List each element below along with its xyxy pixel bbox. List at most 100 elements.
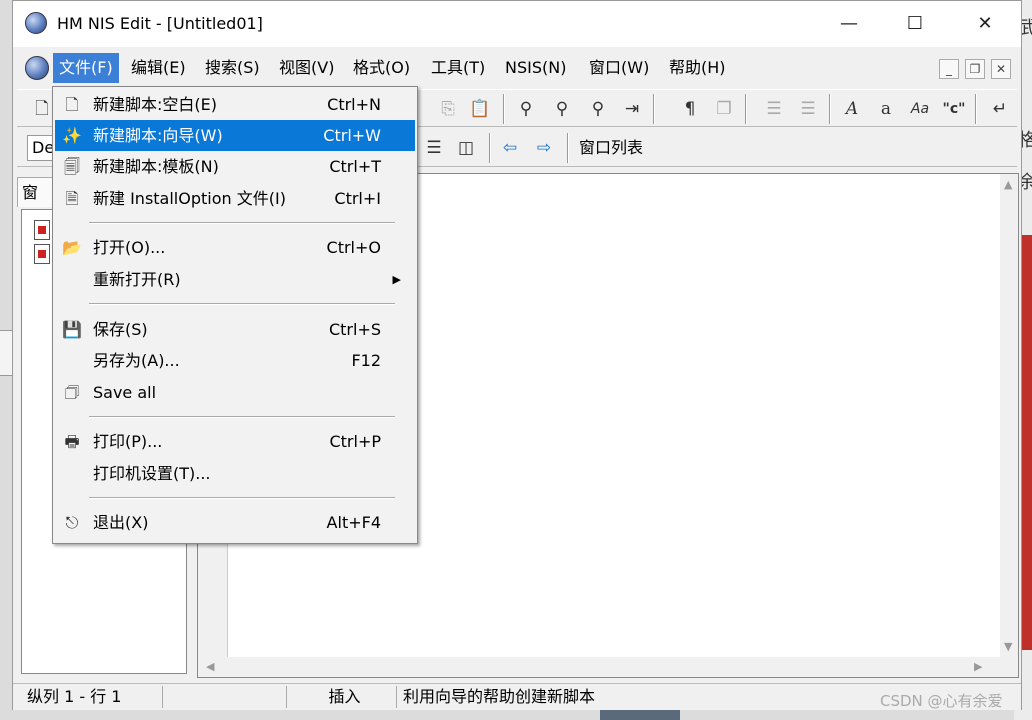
mdi-restore-button[interactable]: ❐ (965, 59, 985, 79)
outdent-icon[interactable]: ☰ (795, 96, 821, 122)
scroll-right-icon[interactable]: ▶ (974, 660, 982, 673)
new-file-icon: 🗋 (65, 95, 79, 114)
menu-item-shortcut: Ctrl+P (329, 432, 381, 451)
menu-item-shortcut: Ctrl+W (323, 126, 381, 145)
menu-item-reopen[interactable]: 重新打开(R) ▶ (55, 264, 415, 295)
toolbar-separator (489, 133, 491, 163)
menu-edit[interactable]: 编辑(E) (125, 53, 192, 83)
menu-help[interactable]: 帮助(H) (663, 53, 732, 83)
printer-icon: 🖶 (64, 432, 80, 451)
word-wrap-icon[interactable]: ↵ (987, 96, 1013, 122)
background-window-left (0, 330, 12, 376)
menu-format[interactable]: 格式(O) (347, 53, 416, 83)
scroll-down-icon[interactable]: ▼ (1004, 640, 1012, 653)
save-icon: 💾 (62, 320, 82, 339)
nsis-file-icon[interactable] (34, 220, 50, 240)
app-logo-icon[interactable] (25, 12, 47, 34)
menu-item-save-as[interactable]: 另存为(A)... F12 (55, 345, 415, 376)
menu-item-new-blank[interactable]: 🗋 新建脚本:空白(E) Ctrl+N (55, 89, 415, 120)
toolbar-separator (829, 94, 831, 124)
menu-separator (89, 416, 395, 418)
status-hint: 利用向导的帮助创建新脚本 (403, 687, 596, 706)
menu-item-open[interactable]: 📂 打开(O)... Ctrl+O (55, 232, 415, 263)
windows-icon[interactable]: ❐ (711, 96, 737, 122)
menu-separator (89, 222, 395, 224)
find-next-icon[interactable]: ⚲ (549, 96, 575, 122)
template-icon: 🗐 (64, 157, 80, 176)
insert-mode: 插入 (287, 686, 397, 708)
menu-item-printer-setup[interactable]: 打印机设置(T)... (55, 458, 415, 489)
menu-item-label: 打印(P)... (93, 432, 163, 451)
watermark: CSDN @心有余爱 (880, 692, 1003, 710)
tile-horizontal-icon[interactable]: ☰ (421, 135, 447, 161)
menu-item-label: 打印机设置(T)... (93, 464, 211, 483)
toggle-case-icon[interactable]: Aa (907, 96, 933, 122)
menu-item-new-installoption[interactable]: 🗎 新建 InstallOption 文件(I) Ctrl+I (55, 183, 415, 214)
menu-item-save-all[interactable]: 🗇 Save all (55, 377, 415, 408)
goto-line-icon[interactable]: ⇥ (619, 96, 645, 122)
menu-item-label: 重新打开(R) (93, 270, 181, 289)
installoption-icon: 🗎 (65, 189, 79, 208)
tile-vertical-icon[interactable]: ◫ (453, 135, 479, 161)
menu-item-print[interactable]: 🖶 打印(P)... Ctrl+P (55, 426, 415, 457)
menu-item-label: 保存(S) (93, 320, 148, 339)
menu-tools[interactable]: 工具(T) (425, 53, 491, 83)
mdi-document-icon[interactable] (25, 56, 49, 80)
menu-item-label: 另存为(A)... (93, 351, 180, 370)
vertical-scrollbar[interactable]: ▲ ▼ (1000, 174, 1018, 657)
close-button[interactable]: ✕ (963, 9, 1007, 39)
menu-item-shortcut: Ctrl+S (328, 320, 381, 339)
menu-item-label: 新建脚本:模板(N) (93, 157, 219, 176)
toolbar-separator (503, 94, 505, 124)
menu-nsis[interactable]: NSIS(N) (499, 53, 572, 83)
menu-item-label: Save all (93, 383, 157, 402)
mdi-close-button[interactable]: ✕ (991, 59, 1011, 79)
menu-item-label: 打开(O)... (93, 238, 166, 257)
menu-item-shortcut: Ctrl+T (329, 157, 381, 176)
menu-window[interactable]: 窗口(W) (583, 53, 655, 83)
scroll-up-icon[interactable]: ▲ (1004, 178, 1012, 191)
paragraph-icon[interactable]: ¶ (677, 96, 703, 122)
replace-icon[interactable]: ⚲ (585, 96, 611, 122)
find-icon[interactable]: ⚲ (513, 96, 539, 122)
indent-icon[interactable]: ☰ (761, 96, 787, 122)
lowercase-icon[interactable]: a (873, 96, 899, 122)
menu-item-label: 新建 InstallOption 文件(I) (93, 189, 286, 208)
paste-icon[interactable]: 📋 (467, 96, 493, 122)
menu-item-save[interactable]: 💾 保存(S) Ctrl+S (55, 314, 415, 345)
menu-item-shortcut: F12 (351, 351, 381, 370)
nsis-file-icon[interactable] (34, 244, 50, 264)
horizontal-scrollbar[interactable]: ◀ ▶ (198, 657, 1018, 677)
menu-item-label: 新建脚本:向导(W) (93, 126, 223, 145)
menu-file[interactable]: 文件(F) (53, 53, 119, 83)
scroll-left-icon[interactable]: ◀ (206, 660, 214, 673)
submenu-arrow-icon: ▶ (392, 273, 401, 286)
previous-window-icon[interactable]: ⇦ (497, 135, 523, 161)
title-bar[interactable]: HM NIS Edit - [Untitled01] — ☐ ✕ (13, 1, 1021, 47)
open-folder-icon: 📂 (62, 238, 82, 257)
window-title: HM NIS Edit - [Untitled01] (57, 14, 263, 33)
tab-windows[interactable]: 窗口 (17, 177, 53, 232)
maximize-button[interactable]: ☐ (893, 9, 937, 39)
copy-icon[interactable]: ⎘ (435, 96, 461, 122)
menu-item-shortcut: Ctrl+O (326, 238, 381, 257)
uppercase-icon[interactable]: A (839, 96, 865, 122)
menu-bar: 文件(F) 编辑(E) 搜索(S) 视图(V) 格式(O) 工具(T) NSIS… (13, 49, 1021, 87)
menu-item-new-template[interactable]: 🗐 新建脚本:模板(N) Ctrl+T (55, 151, 415, 182)
file-menu-dropdown: 🗋 新建脚本:空白(E) Ctrl+N ✨ 新建脚本:向导(W) Ctrl+W … (52, 86, 418, 544)
menu-item-new-wizard[interactable]: ✨ 新建脚本:向导(W) Ctrl+W (55, 120, 415, 151)
menu-item-shortcut: Ctrl+I (334, 189, 381, 208)
next-window-icon[interactable]: ⇨ (531, 135, 557, 161)
quote-icon[interactable]: "c" (941, 96, 967, 122)
minimize-button[interactable]: — (827, 9, 871, 39)
menu-item-shortcut: Ctrl+N (327, 95, 381, 114)
menu-item-exit[interactable]: ⎋ 退出(X) Alt+F4 (55, 507, 415, 538)
status-bar: 纵列 1 - 行 1 插入 利用向导的帮助创建新脚本 (13, 683, 1021, 710)
menu-item-label: 新建脚本:空白(E) (93, 95, 217, 114)
toolbar-separator (567, 133, 569, 163)
cursor-position: 纵列 1 - 行 1 (21, 686, 163, 708)
menu-view[interactable]: 视图(V) (273, 53, 340, 83)
mdi-minimize-button[interactable]: _ (939, 59, 959, 79)
window-list-button[interactable]: 窗口列表 (579, 135, 643, 161)
menu-search[interactable]: 搜索(S) (199, 53, 266, 83)
